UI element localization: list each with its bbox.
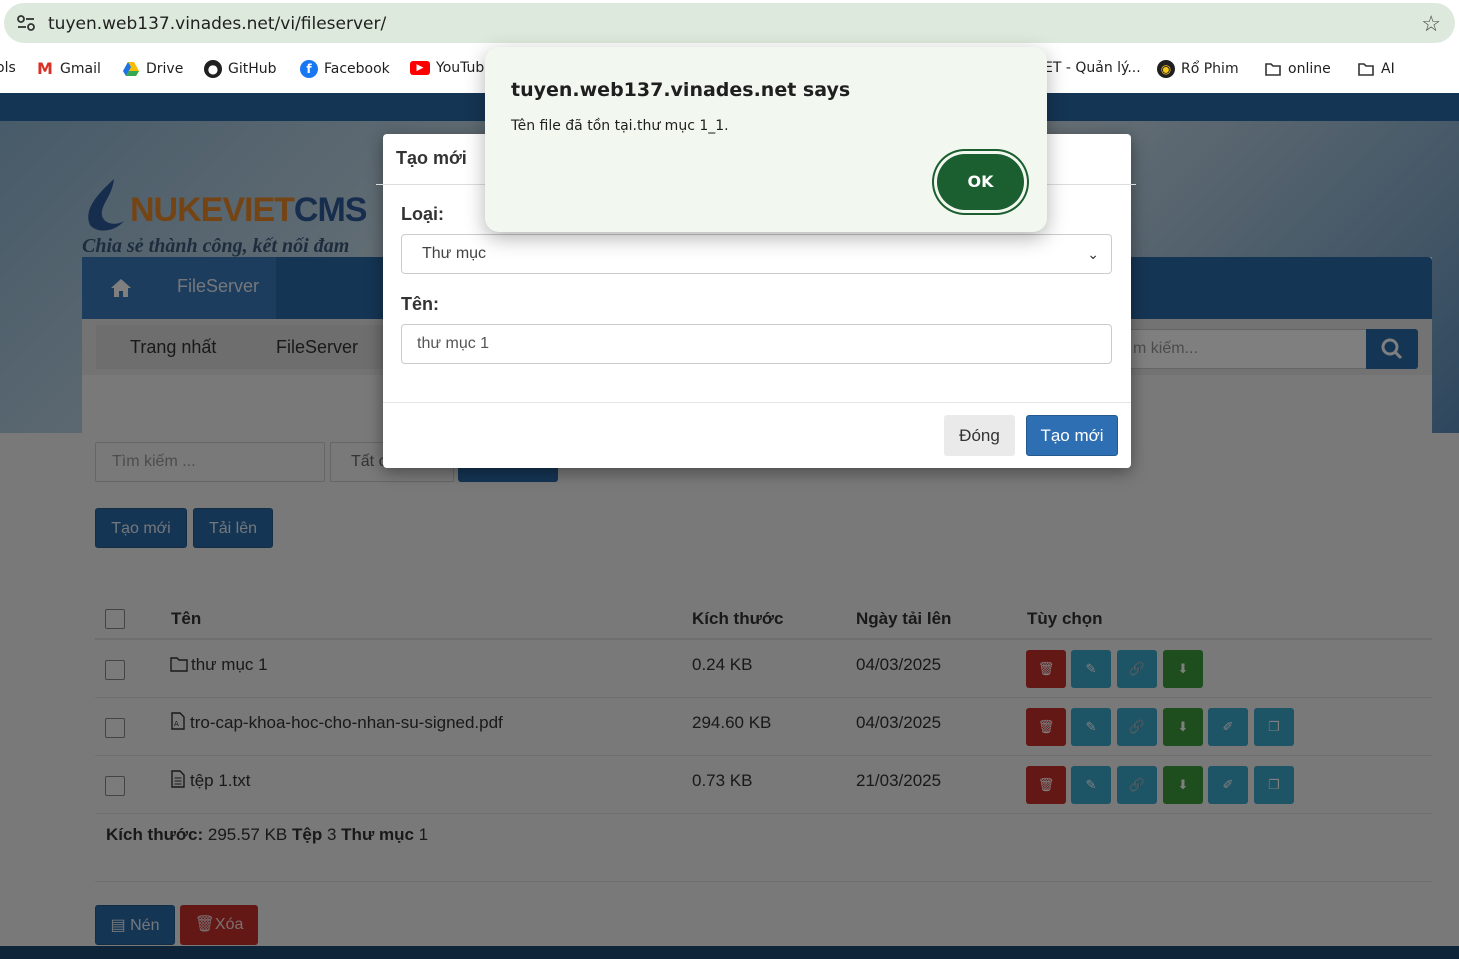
bookmark-ai[interactable]: AI <box>1357 60 1395 78</box>
bookmark-rophim[interactable]: ◉ Rổ Phim <box>1157 60 1239 78</box>
name-input[interactable]: thư mục 1 <box>401 324 1112 364</box>
type-select[interactable]: Thư mục ⌄ <box>401 234 1112 274</box>
url-text: tuyen.web137.vinades.net/vi/fileserver/ <box>48 14 387 34</box>
gmail-icon: M <box>36 59 54 78</box>
address-bar: tuyen.web137.vinades.net/vi/fileserver/ … <box>0 0 1459 47</box>
bookmark-gmail[interactable]: M Gmail <box>36 60 101 78</box>
folder-icon <box>1265 63 1281 76</box>
film-icon: ◉ <box>1157 60 1175 78</box>
browser-alert-dialog: tuyen.web137.vinades.net says Tên file đ… <box>485 47 1047 232</box>
bookmark-youtube[interactable]: ▶ YouTub <box>410 60 484 76</box>
type-label: Loại: <box>401 204 444 224</box>
alert-title: tuyen.web137.vinades.net says <box>511 79 851 101</box>
bookmark-apps[interactable]: ols <box>0 60 16 76</box>
bookmark-github[interactable]: ● GitHub <box>204 60 277 78</box>
alert-message: Tên file đã tồn tại.thư mục 1_1. <box>511 118 729 134</box>
facebook-icon: f <box>300 60 318 78</box>
bookmark-drive[interactable]: Drive <box>122 60 183 78</box>
site-settings-icon[interactable] <box>16 14 36 32</box>
bookmark-star-icon[interactable]: ☆ <box>1421 11 1441 37</box>
alert-ok-button[interactable]: OK <box>937 154 1024 210</box>
modal-create-button[interactable]: Tạo mới <box>1026 415 1118 456</box>
close-button[interactable]: Đóng <box>944 415 1015 456</box>
modal-footer-divider <box>383 402 1131 403</box>
name-label: Tên: <box>401 294 439 314</box>
modal-title: Tạo mới <box>396 148 467 168</box>
bookmark-facebook[interactable]: f Facebook <box>300 60 390 78</box>
chevron-down-icon: ⌄ <box>1087 246 1099 262</box>
bookmark-online[interactable]: online <box>1264 60 1331 78</box>
bookmark-quanly[interactable]: ET - Quản lý... <box>1044 60 1141 76</box>
folder-icon <box>1358 63 1374 76</box>
youtube-icon: ▶ <box>410 61 430 75</box>
github-icon: ● <box>204 60 222 78</box>
drive-icon <box>123 62 139 76</box>
url-field[interactable]: tuyen.web137.vinades.net/vi/fileserver/ … <box>4 3 1455 43</box>
